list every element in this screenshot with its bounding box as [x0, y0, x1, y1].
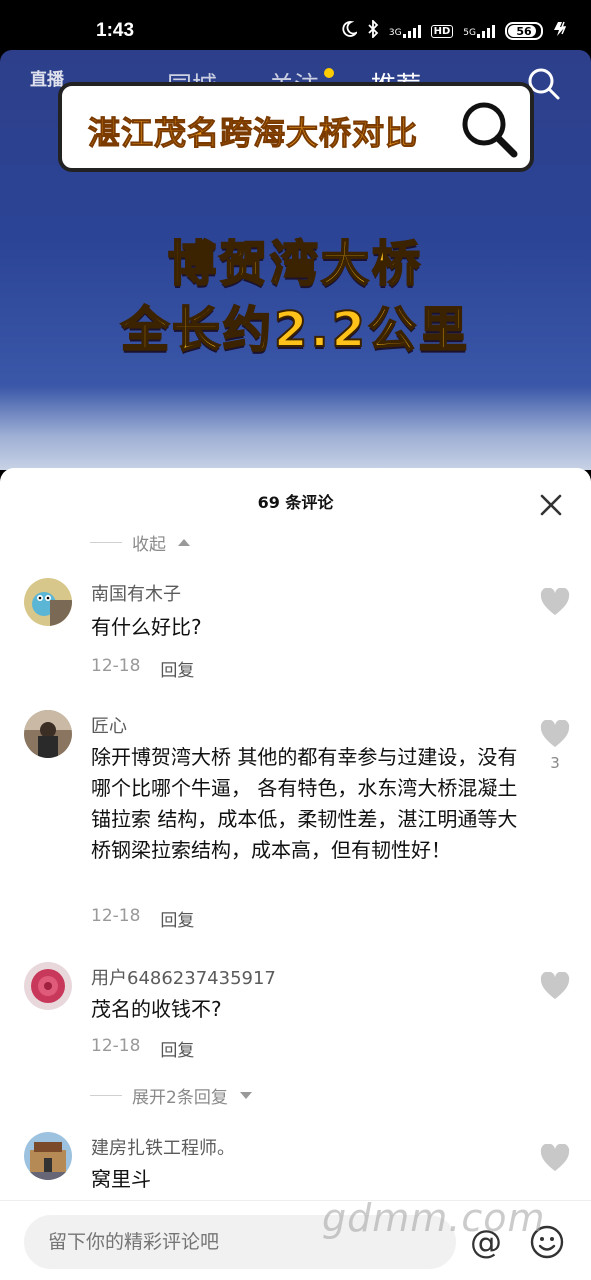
- comment-meta: 12-18 回复: [91, 656, 194, 681]
- watermark: gdmm.com: [322, 1196, 546, 1240]
- divider-line: [90, 542, 122, 543]
- comment-date: 12-18: [91, 656, 141, 676]
- new-content-dot: [324, 68, 334, 78]
- bluetooth-icon: [367, 18, 379, 42]
- comment-date: 12-18: [91, 906, 141, 926]
- avatar[interactable]: [24, 1132, 72, 1180]
- banner-text: 湛江茂名跨海大桥对比: [87, 114, 419, 153]
- video-caption-line2: 全长约2.2公里: [120, 301, 471, 359]
- reply-button[interactable]: 回复: [160, 906, 194, 931]
- comment-username[interactable]: 匠心: [91, 712, 127, 738]
- avatar[interactable]: [24, 962, 72, 1010]
- signal-5g-icon: 5G: [463, 24, 495, 38]
- triangle-down-icon: [239, 1092, 252, 1099]
- like-button[interactable]: [540, 971, 570, 1004]
- like-button[interactable]: 3: [540, 719, 570, 772]
- avatar[interactable]: [24, 710, 72, 758]
- avatar[interactable]: [24, 578, 72, 626]
- status-bar: 1:43 3G HD 5G 56: [0, 0, 591, 50]
- like-button[interactable]: [540, 587, 570, 620]
- divider-line: [90, 1095, 122, 1096]
- comment-username[interactable]: 用户6486237435917: [91, 964, 276, 990]
- battery-icon: 56: [505, 22, 543, 40]
- expand-label: 展开2条回复: [132, 1088, 228, 1108]
- comment-username[interactable]: 建房扎铁工程师。: [91, 1134, 235, 1160]
- comment-username[interactable]: 南国有木子: [91, 580, 181, 606]
- reply-button[interactable]: 回复: [160, 656, 194, 681]
- heart-icon: [540, 1143, 570, 1171]
- charging-icon: [553, 21, 569, 41]
- expand-replies-button[interactable]: 展开2条回复: [90, 1083, 252, 1108]
- comment-date: 12-18: [91, 1036, 141, 1056]
- like-count: 3: [550, 754, 560, 772]
- heart-icon: [540, 719, 570, 747]
- live-button[interactable]: 直播: [30, 65, 64, 90]
- video-player[interactable]: 直播 同城 关注 推荐 湛江茂名跨海大桥对比 博贺湾大桥 全长约2.2公里: [0, 50, 591, 470]
- comment-meta: 12-18 回复: [91, 1036, 194, 1061]
- comment-text: 窝里斗: [91, 1167, 151, 1191]
- collapse-replies-button[interactable]: 收起: [90, 530, 190, 555]
- heart-icon: [540, 971, 570, 999]
- signal-3g-icon: 3G: [389, 24, 421, 38]
- heart-icon: [540, 587, 570, 615]
- comment-text: 除开博贺湾大桥 其他的都有幸参与过建设，没有哪个比哪个牛逼， 各有特色，水东湾大…: [91, 745, 518, 862]
- comment-meta: 12-18 回复: [91, 906, 194, 931]
- triangle-up-icon: [178, 539, 190, 546]
- magnifier-icon: [458, 98, 518, 162]
- video-banner: 湛江茂名跨海大桥对比: [58, 82, 534, 172]
- comment-text: 有什么好比?: [91, 615, 202, 639]
- collapse-label: 收起: [132, 535, 166, 555]
- like-button[interactable]: [540, 1143, 570, 1176]
- comment-text: 茂名的收钱不?: [91, 997, 222, 1021]
- hd-icon: HD: [430, 24, 454, 38]
- close-icon[interactable]: [538, 492, 564, 522]
- video-caption-line1: 博贺湾大桥: [167, 235, 423, 293]
- status-time: 1:43: [96, 20, 135, 41]
- reply-button[interactable]: 回复: [160, 1036, 194, 1061]
- comment-count-title: 69 条评论: [257, 493, 334, 512]
- status-icons: 3G HD 5G 56: [341, 18, 569, 42]
- comment-sheet: 69 条评论 收起 南国有木子 有什么好比? 12-18 回复 匠心 除开博贺湾…: [0, 468, 591, 1280]
- moon-icon: [341, 21, 359, 41]
